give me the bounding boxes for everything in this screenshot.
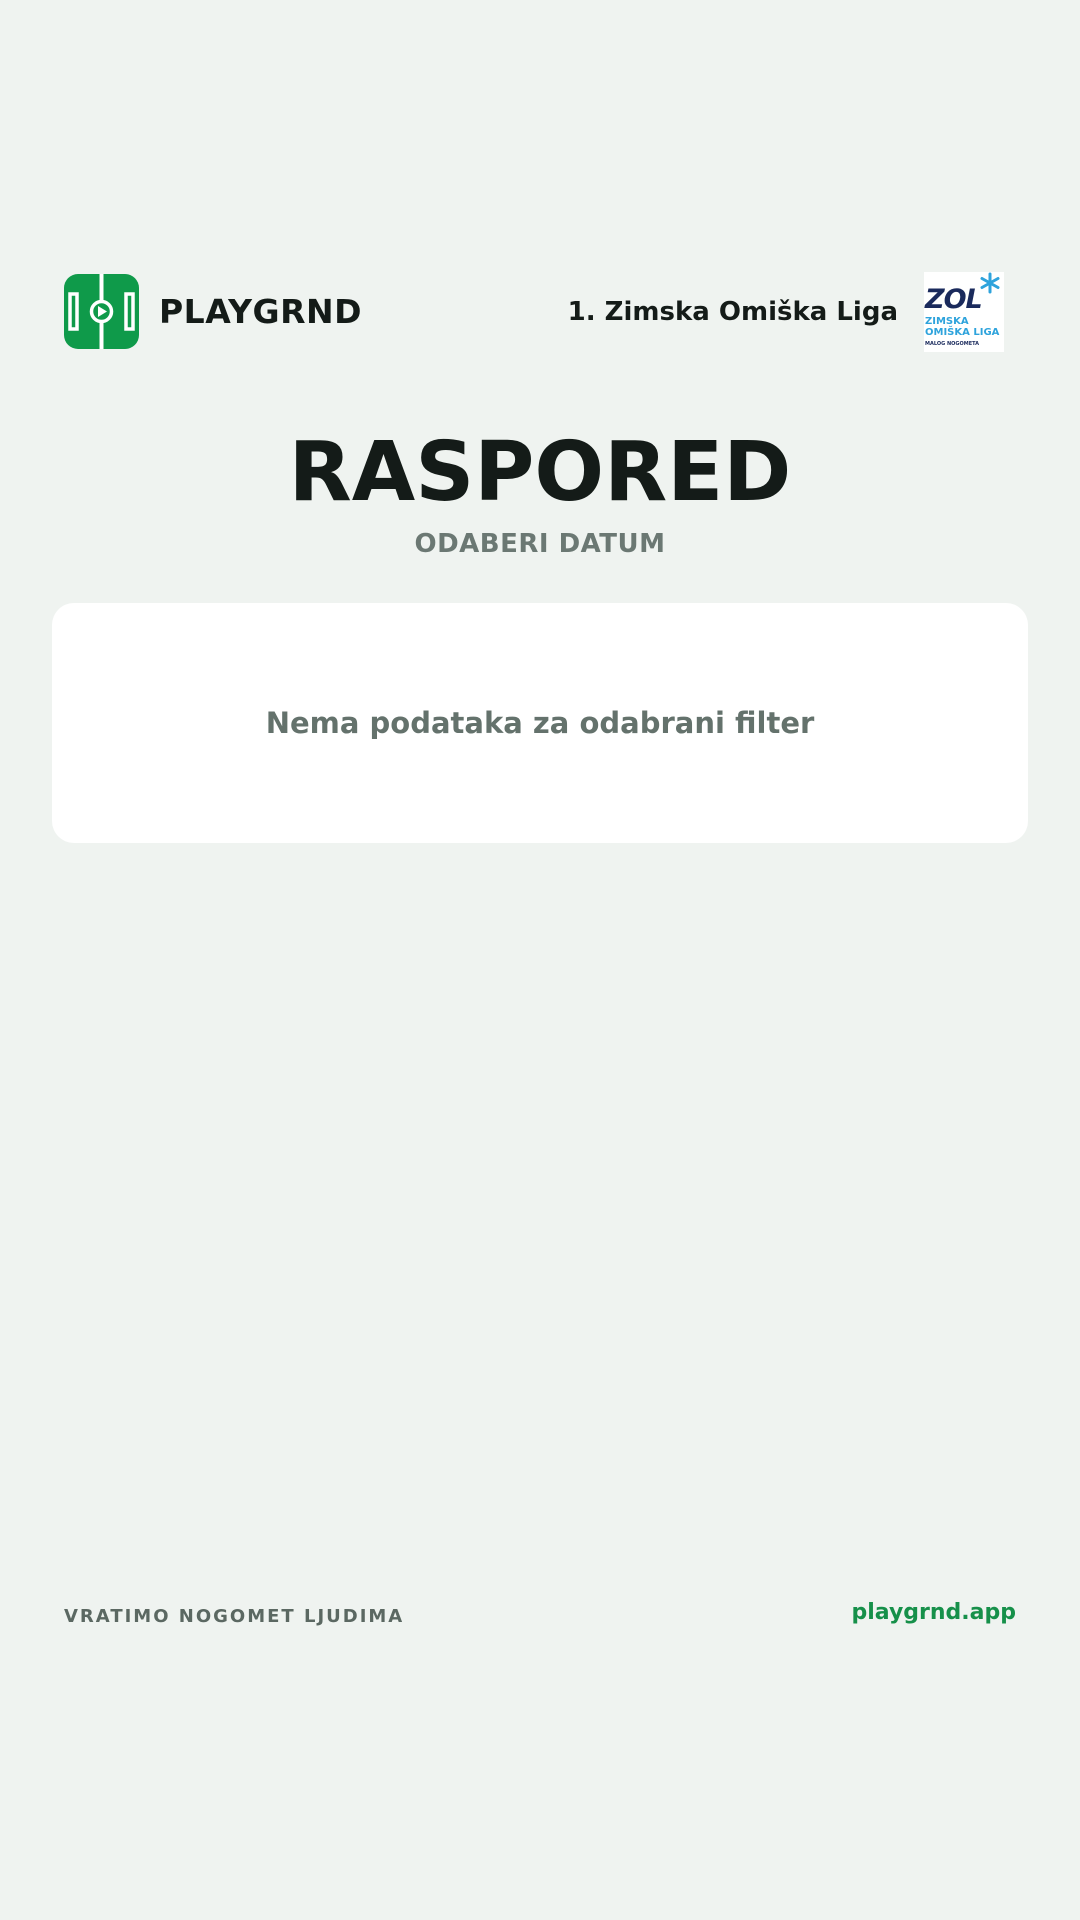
page-title: RASPORED	[288, 425, 792, 520]
soccer-field-icon	[64, 274, 139, 349]
footer-website-link[interactable]: playgrnd.app	[851, 1600, 1016, 1625]
league-logo-graphic: ZOL ZIMSKA OMIŠKA LIGA MALOG NOGOMETA	[924, 272, 1004, 352]
brand[interactable]: PLAYGRND	[64, 274, 362, 349]
schedule-card: Nema podataka za odabrani filter	[52, 603, 1028, 843]
date-picker-label[interactable]: ODABERI DATUM	[0, 529, 1080, 559]
league-name: 1. Zimska Omiška Liga	[567, 297, 898, 327]
empty-state-message: Nema podataka za odabrani filter	[265, 706, 815, 740]
brand-name: PLAYGRND	[159, 292, 362, 331]
title-section: RASPORED ODABERI DATUM	[0, 425, 1080, 559]
league-selector[interactable]: 1. Zimska Omiška Liga ZOL ZIMSKA OMIŠKA …	[568, 272, 1004, 352]
league-logo: ZOL ZIMSKA OMIŠKA LIGA MALOG NOGOMETA	[924, 272, 1004, 352]
footer-tagline: VRATIMO NOGOMET LJUDIMA	[64, 1606, 405, 1627]
footer: VRATIMO NOGOMET LJUDIMA playgrnd.app	[64, 1598, 1016, 1632]
top-header: PLAYGRND 1. Zimska Omiška Liga ZOL ZIMSK…	[64, 272, 1016, 354]
league-logo-main: ZOL	[924, 284, 982, 315]
league-logo-line3: MALOG NOGOMETA	[925, 341, 979, 347]
league-logo-line1: ZIMSKA	[925, 316, 969, 327]
league-logo-line2: OMIŠKA LIGA	[925, 325, 1000, 338]
